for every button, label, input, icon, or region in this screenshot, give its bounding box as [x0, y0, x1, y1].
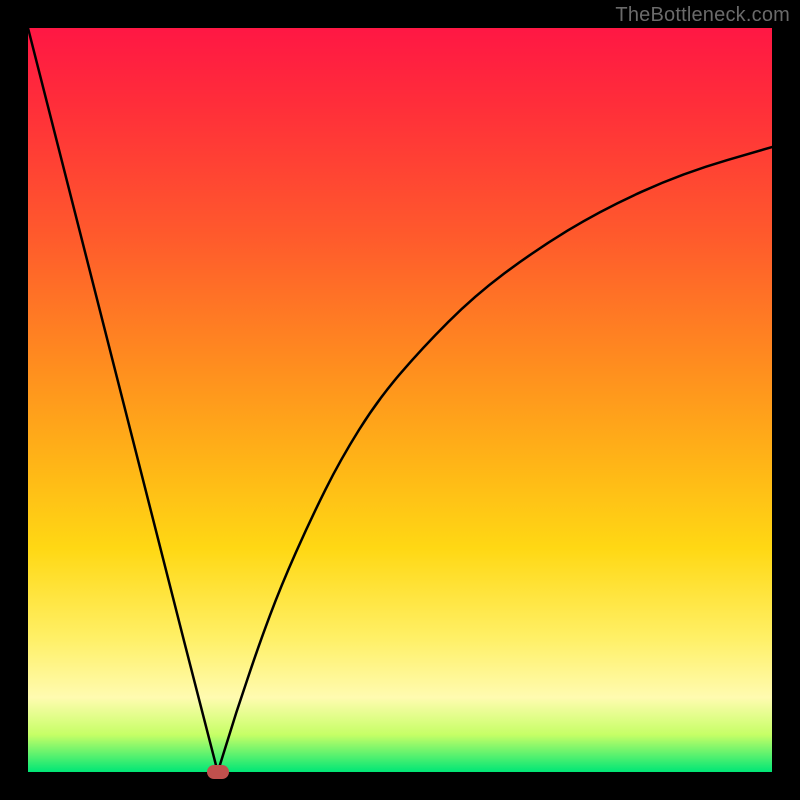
chart-frame: TheBottleneck.com — [0, 0, 800, 800]
plot-area — [28, 28, 772, 772]
optimal-marker — [207, 765, 229, 779]
watermark-text: TheBottleneck.com — [615, 4, 790, 27]
curve-path — [28, 28, 772, 772]
bottleneck-curve — [28, 28, 772, 772]
